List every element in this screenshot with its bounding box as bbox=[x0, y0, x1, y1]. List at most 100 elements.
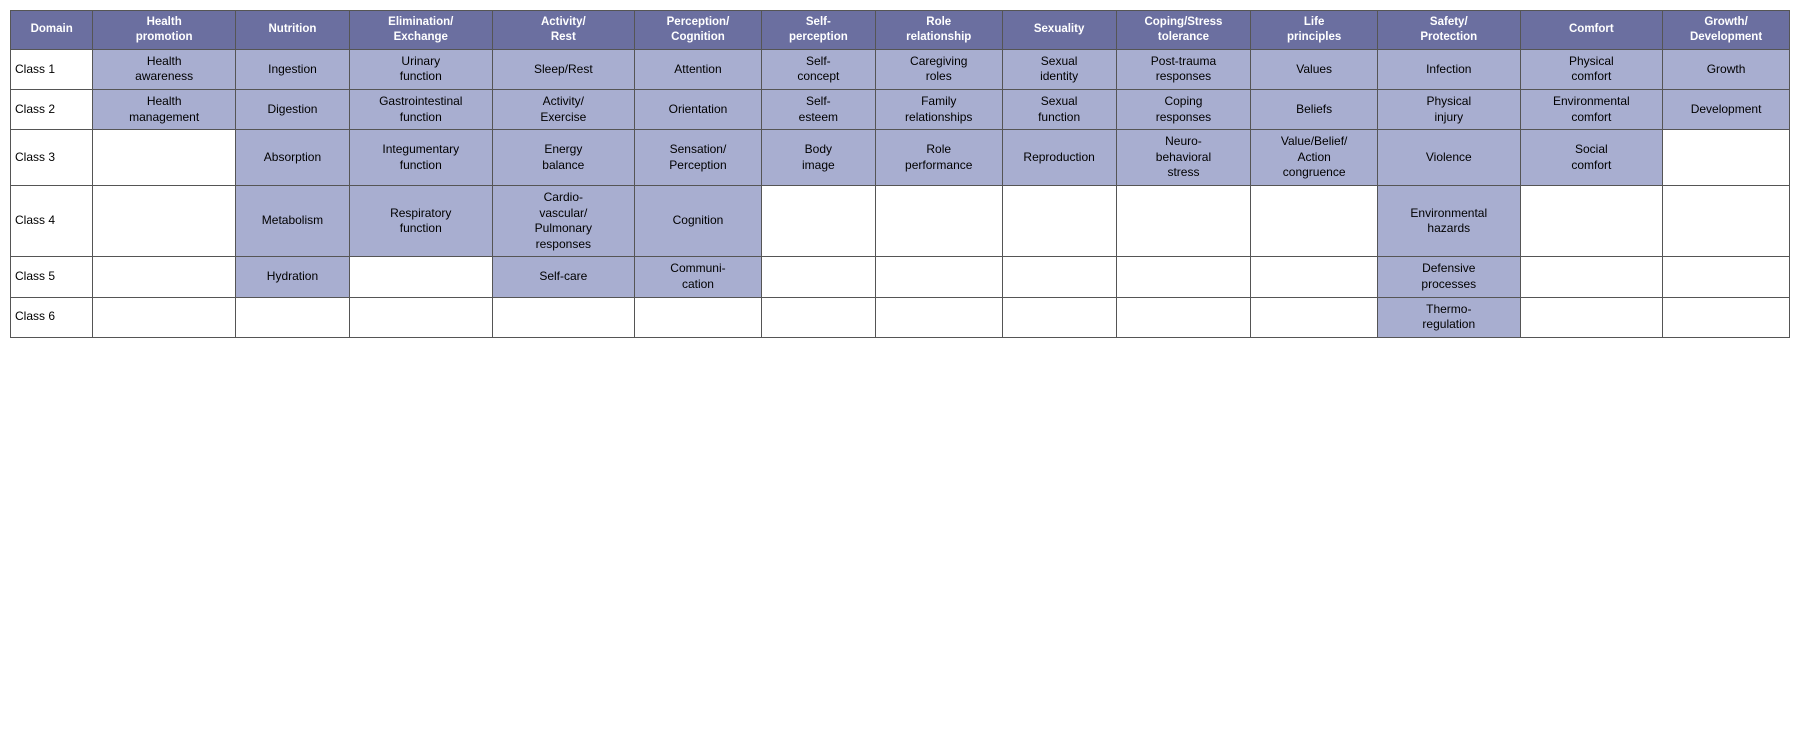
cell-r3-c13 bbox=[1663, 130, 1790, 186]
cell-r2-c5: Orientation bbox=[635, 90, 762, 130]
cell-r4-c12 bbox=[1520, 186, 1663, 257]
cell-r1-c1: Healthawareness bbox=[93, 49, 236, 89]
cell-r5-c10 bbox=[1251, 257, 1378, 297]
cell-r4-c3: Respiratoryfunction bbox=[349, 186, 492, 257]
cell-r6-c12 bbox=[1520, 297, 1663, 337]
cell-r5-c2: Hydration bbox=[235, 257, 349, 297]
row-label-class5: Class 5 bbox=[11, 257, 93, 297]
cell-r4-c2: Metabolism bbox=[235, 186, 349, 257]
cell-r3-c8: Reproduction bbox=[1002, 130, 1116, 186]
col8-header: Sexuality bbox=[1002, 11, 1116, 50]
cell-r4-c11: Environmentalhazards bbox=[1378, 186, 1521, 257]
row-label-class4: Class 4 bbox=[11, 186, 93, 257]
cell-r6-c13 bbox=[1663, 297, 1790, 337]
cell-r1-c13: Growth bbox=[1663, 49, 1790, 89]
col10-header: Lifeprinciples bbox=[1251, 11, 1378, 50]
cell-r1-c3: Urinaryfunction bbox=[349, 49, 492, 89]
cell-r5-c12 bbox=[1520, 257, 1663, 297]
cell-r4-c4: Cardio-vascular/Pulmonaryresponses bbox=[492, 186, 635, 257]
col13-header: Growth/Development bbox=[1663, 11, 1790, 50]
cell-r4-c9 bbox=[1116, 186, 1251, 257]
cell-r5-c1 bbox=[93, 257, 236, 297]
table-row: Class 2HealthmanagementDigestionGastroin… bbox=[11, 90, 1790, 130]
cell-r1-c6: Self-concept bbox=[761, 49, 875, 89]
cell-r4-c6 bbox=[761, 186, 875, 257]
cell-r2-c13: Development bbox=[1663, 90, 1790, 130]
cell-r2-c2: Digestion bbox=[235, 90, 349, 130]
cell-r5-c7 bbox=[875, 257, 1002, 297]
cell-r6-c5 bbox=[635, 297, 762, 337]
cell-r2-c4: Activity/Exercise bbox=[492, 90, 635, 130]
cell-r2-c7: Familyrelationships bbox=[875, 90, 1002, 130]
cell-r1-c5: Attention bbox=[635, 49, 762, 89]
table-row: Class 3 AbsorptionIntegumentaryfunctionEn… bbox=[11, 130, 1790, 186]
cell-r5-c8 bbox=[1002, 257, 1116, 297]
cell-r2-c8: Sexualfunction bbox=[1002, 90, 1116, 130]
cell-r5-c6 bbox=[761, 257, 875, 297]
cell-r6-c8 bbox=[1002, 297, 1116, 337]
cell-r4-c8 bbox=[1002, 186, 1116, 257]
cell-r3-c7: Roleperformance bbox=[875, 130, 1002, 186]
header-row: Domain Healthpromotion Nutrition Elimina… bbox=[11, 11, 1790, 50]
domain-header: Domain bbox=[11, 11, 93, 50]
col5-header: Perception/Cognition bbox=[635, 11, 762, 50]
cell-r3-c5: Sensation/Perception bbox=[635, 130, 762, 186]
cell-r3-c10: Value/Belief/Actioncongruence bbox=[1251, 130, 1378, 186]
col1-header: Healthpromotion bbox=[93, 11, 236, 50]
cell-r6-c1 bbox=[93, 297, 236, 337]
col3-header: Elimination/Exchange bbox=[349, 11, 492, 50]
cell-r3-c4: Energybalance bbox=[492, 130, 635, 186]
cell-r4-c5: Cognition bbox=[635, 186, 762, 257]
cell-r3-c9: Neuro-behavioralstress bbox=[1116, 130, 1251, 186]
cell-r1-c7: Caregivingroles bbox=[875, 49, 1002, 89]
cell-r2-c1: Healthmanagement bbox=[93, 90, 236, 130]
cell-r6-c3 bbox=[349, 297, 492, 337]
cell-r3-c3: Integumentaryfunction bbox=[349, 130, 492, 186]
col6-header: Self-perception bbox=[761, 11, 875, 50]
col2-header: Nutrition bbox=[235, 11, 349, 50]
cell-r2-c11: Physicalinjury bbox=[1378, 90, 1521, 130]
cell-r4-c10 bbox=[1251, 186, 1378, 257]
cell-r1-c12: Physicalcomfort bbox=[1520, 49, 1663, 89]
col12-header: Comfort bbox=[1520, 11, 1663, 50]
cell-r3-c11: Violence bbox=[1378, 130, 1521, 186]
table-row: Class 1HealthawarenessIngestionUrinaryfu… bbox=[11, 49, 1790, 89]
cell-r3-c1 bbox=[93, 130, 236, 186]
cell-r2-c3: Gastrointestinalfunction bbox=[349, 90, 492, 130]
cell-r5-c5: Communi-cation bbox=[635, 257, 762, 297]
cell-r1-c10: Values bbox=[1251, 49, 1378, 89]
cell-r2-c9: Copingresponses bbox=[1116, 90, 1251, 130]
row-label-class6: Class 6 bbox=[11, 297, 93, 337]
cell-r6-c6 bbox=[761, 297, 875, 337]
cell-r5-c3 bbox=[349, 257, 492, 297]
cell-r2-c6: Self-esteem bbox=[761, 90, 875, 130]
cell-r4-c13 bbox=[1663, 186, 1790, 257]
col9-header: Coping/Stresstolerance bbox=[1116, 11, 1251, 50]
col4-header: Activity/Rest bbox=[492, 11, 635, 50]
cell-r6-c10 bbox=[1251, 297, 1378, 337]
col7-header: Rolerelationship bbox=[875, 11, 1002, 50]
cell-r1-c4: Sleep/Rest bbox=[492, 49, 635, 89]
row-label-class1: Class 1 bbox=[11, 49, 93, 89]
cell-r3-c12: Socialcomfort bbox=[1520, 130, 1663, 186]
cell-r5-c4: Self-care bbox=[492, 257, 635, 297]
row-label-class3: Class 3 bbox=[11, 130, 93, 186]
col11-header: Safety/Protection bbox=[1378, 11, 1521, 50]
cell-r4-c1 bbox=[93, 186, 236, 257]
cell-r5-c11: Defensiveprocesses bbox=[1378, 257, 1521, 297]
cell-r4-c7 bbox=[875, 186, 1002, 257]
cell-r2-c10: Beliefs bbox=[1251, 90, 1378, 130]
cell-r3-c2: Absorption bbox=[235, 130, 349, 186]
cell-r6-c9 bbox=[1116, 297, 1251, 337]
table-row: Class 5 Hydration Self-careCommuni-cation D… bbox=[11, 257, 1790, 297]
cell-r1-c11: Infection bbox=[1378, 49, 1521, 89]
cell-r1-c9: Post-traumaresponses bbox=[1116, 49, 1251, 89]
cell-r5-c13 bbox=[1663, 257, 1790, 297]
cell-r1-c2: Ingestion bbox=[235, 49, 349, 89]
cell-r6-c11: Thermo-regulation bbox=[1378, 297, 1521, 337]
cell-r6-c7 bbox=[875, 297, 1002, 337]
cell-r1-c8: Sexualidentity bbox=[1002, 49, 1116, 89]
table-row: Class 4 MetabolismRespiratoryfunctionCard… bbox=[11, 186, 1790, 257]
cell-r6-c4 bbox=[492, 297, 635, 337]
cell-r5-c9 bbox=[1116, 257, 1251, 297]
